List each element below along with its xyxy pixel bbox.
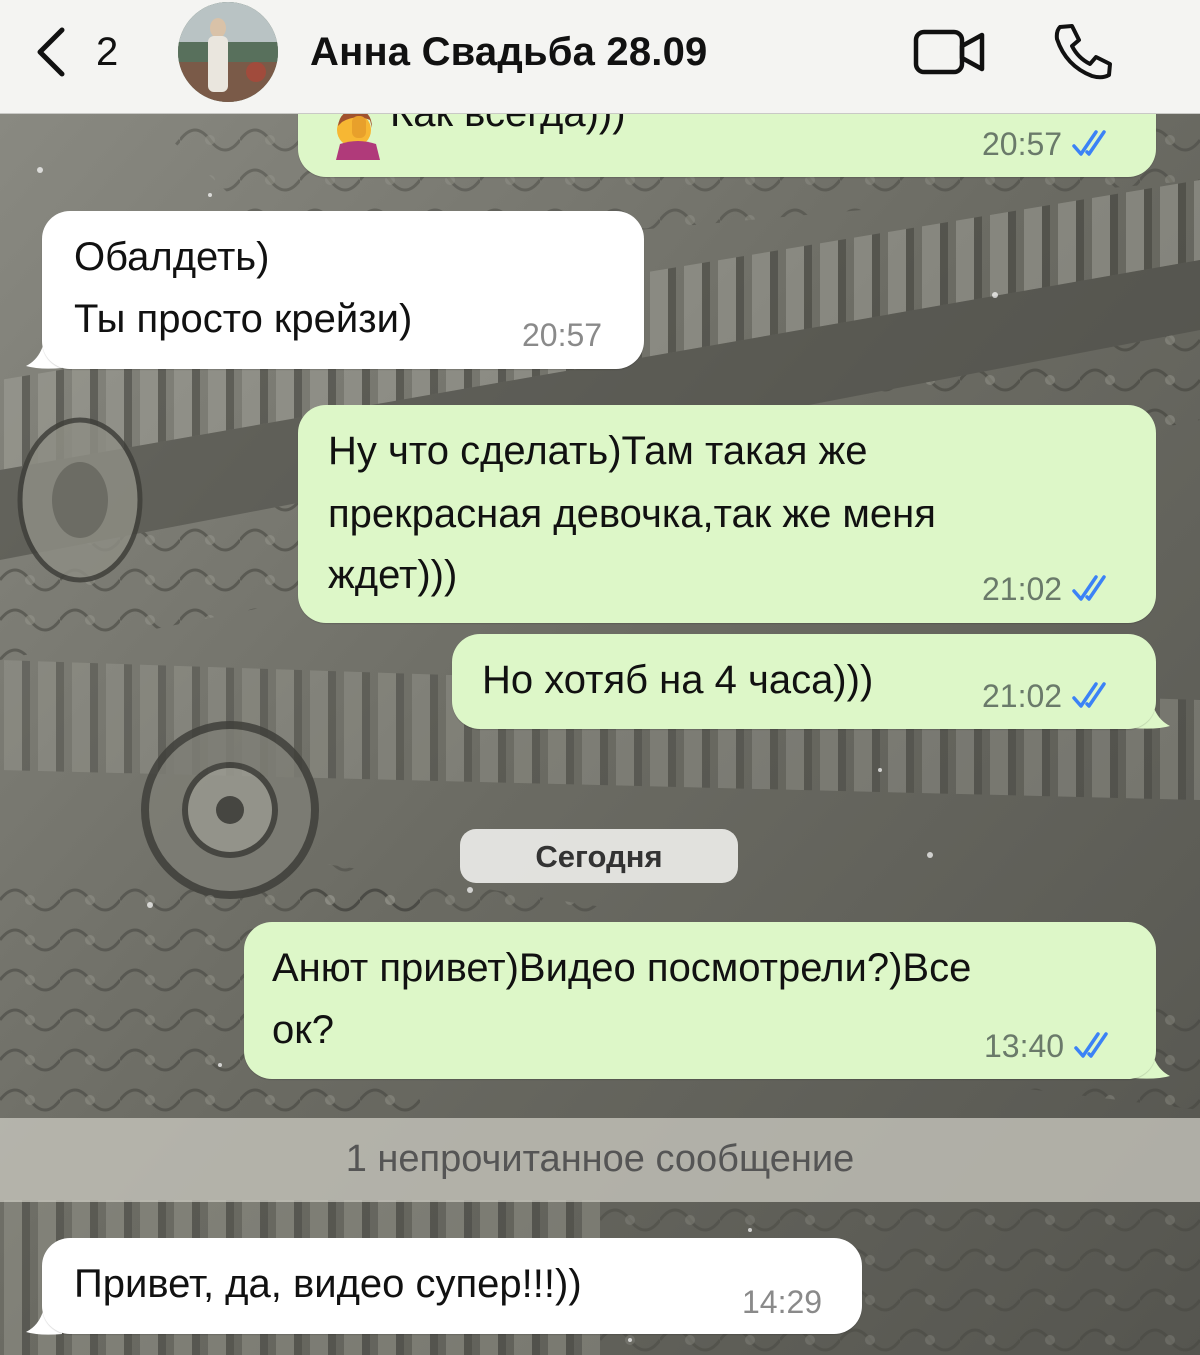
avatar[interactable] bbox=[178, 2, 278, 102]
chat-title[interactable]: Анна Свадьба 28.09 bbox=[310, 26, 708, 78]
message-text: прекрасная девочка,так же меня bbox=[328, 492, 936, 536]
message-incoming[interactable]: Обалдеть) Ты просто крейзи) 20:57 bbox=[42, 211, 644, 369]
message-text: Обалдеть) bbox=[74, 235, 270, 279]
double-check-icon bbox=[1070, 573, 1114, 610]
message-text: Но хотяб на 4 часа))) bbox=[482, 658, 874, 702]
message-text: ок? bbox=[272, 1008, 334, 1052]
message-outgoing[interactable]: Анют привет)Видео посмотрели?)Все ок? 13… bbox=[244, 922, 1156, 1079]
message-text: Ну что сделать)Там такая же bbox=[328, 429, 868, 473]
message-text: Привет, да, видео супер!!!)) bbox=[74, 1262, 582, 1306]
message-time: 14:29 bbox=[742, 1284, 823, 1320]
message-text: Анют привет)Видео посмотрели?)Все bbox=[272, 946, 972, 990]
phone-icon[interactable] bbox=[1052, 22, 1114, 80]
back-unread-count[interactable]: 2 bbox=[96, 28, 118, 76]
message-outgoing[interactable]: Но хотяб на 4 часа))) 21:02 bbox=[452, 634, 1156, 729]
message-meta: 13:40 bbox=[984, 1028, 1116, 1067]
double-check-icon bbox=[1072, 1030, 1116, 1067]
message-meta: 21:02 bbox=[982, 678, 1114, 717]
message-time: 21:02 bbox=[982, 678, 1063, 714]
message-outgoing[interactable]: Ну что сделать)Там такая же прекрасная д… bbox=[298, 405, 1156, 623]
message-time: 20:57 bbox=[522, 317, 603, 353]
message-time: 20:57 bbox=[982, 126, 1063, 162]
double-check-icon bbox=[1070, 680, 1114, 717]
message-text: Ты просто крейзи) bbox=[74, 297, 413, 341]
message-text: ждет))) bbox=[328, 553, 458, 597]
message-meta: 21:02 bbox=[982, 571, 1114, 610]
double-check-icon bbox=[1070, 128, 1114, 165]
chat-header: 2 Анна Свадьба 28.09 bbox=[0, 0, 1200, 114]
date-separator: Сегодня bbox=[460, 829, 738, 883]
unread-messages-banner: 1 непрочитанное сообщение bbox=[0, 1118, 1200, 1202]
message-time: 13:40 bbox=[984, 1028, 1065, 1064]
chevron-left-icon[interactable] bbox=[32, 26, 72, 78]
message-meta: 20:57 bbox=[982, 126, 1114, 165]
video-camera-icon[interactable] bbox=[913, 28, 987, 76]
message-incoming[interactable]: Привет, да, видео супер!!!)) 14:29 bbox=[42, 1238, 862, 1334]
message-time: 21:02 bbox=[982, 571, 1063, 607]
